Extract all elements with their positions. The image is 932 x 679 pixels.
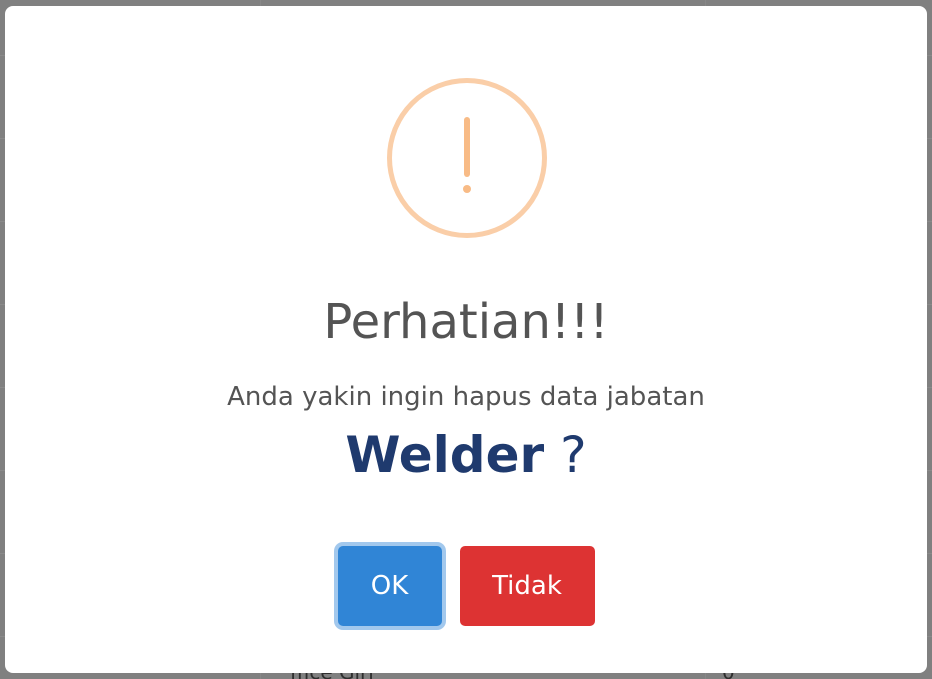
ok-button[interactable]: OK [337, 546, 442, 626]
cancel-button[interactable]: Tidak [459, 546, 595, 626]
confirm-delete-dialog: Perhatian!!! Anda yakin ingin hapus data… [5, 6, 927, 673]
dialog-title: Perhatian!!! [323, 294, 609, 350]
dialog-message: Anda yakin ingin hapus data jabatan [227, 382, 705, 412]
subject-suffix: ? [544, 426, 587, 484]
dialog-actions: OK Tidak [5, 546, 927, 626]
dialog-subject: Welder ? [5, 426, 927, 484]
exclamation-bar [464, 117, 470, 177]
exclamation-dot [463, 185, 471, 193]
exclamation-icon [387, 78, 547, 238]
subject-name: Welder [345, 426, 545, 484]
